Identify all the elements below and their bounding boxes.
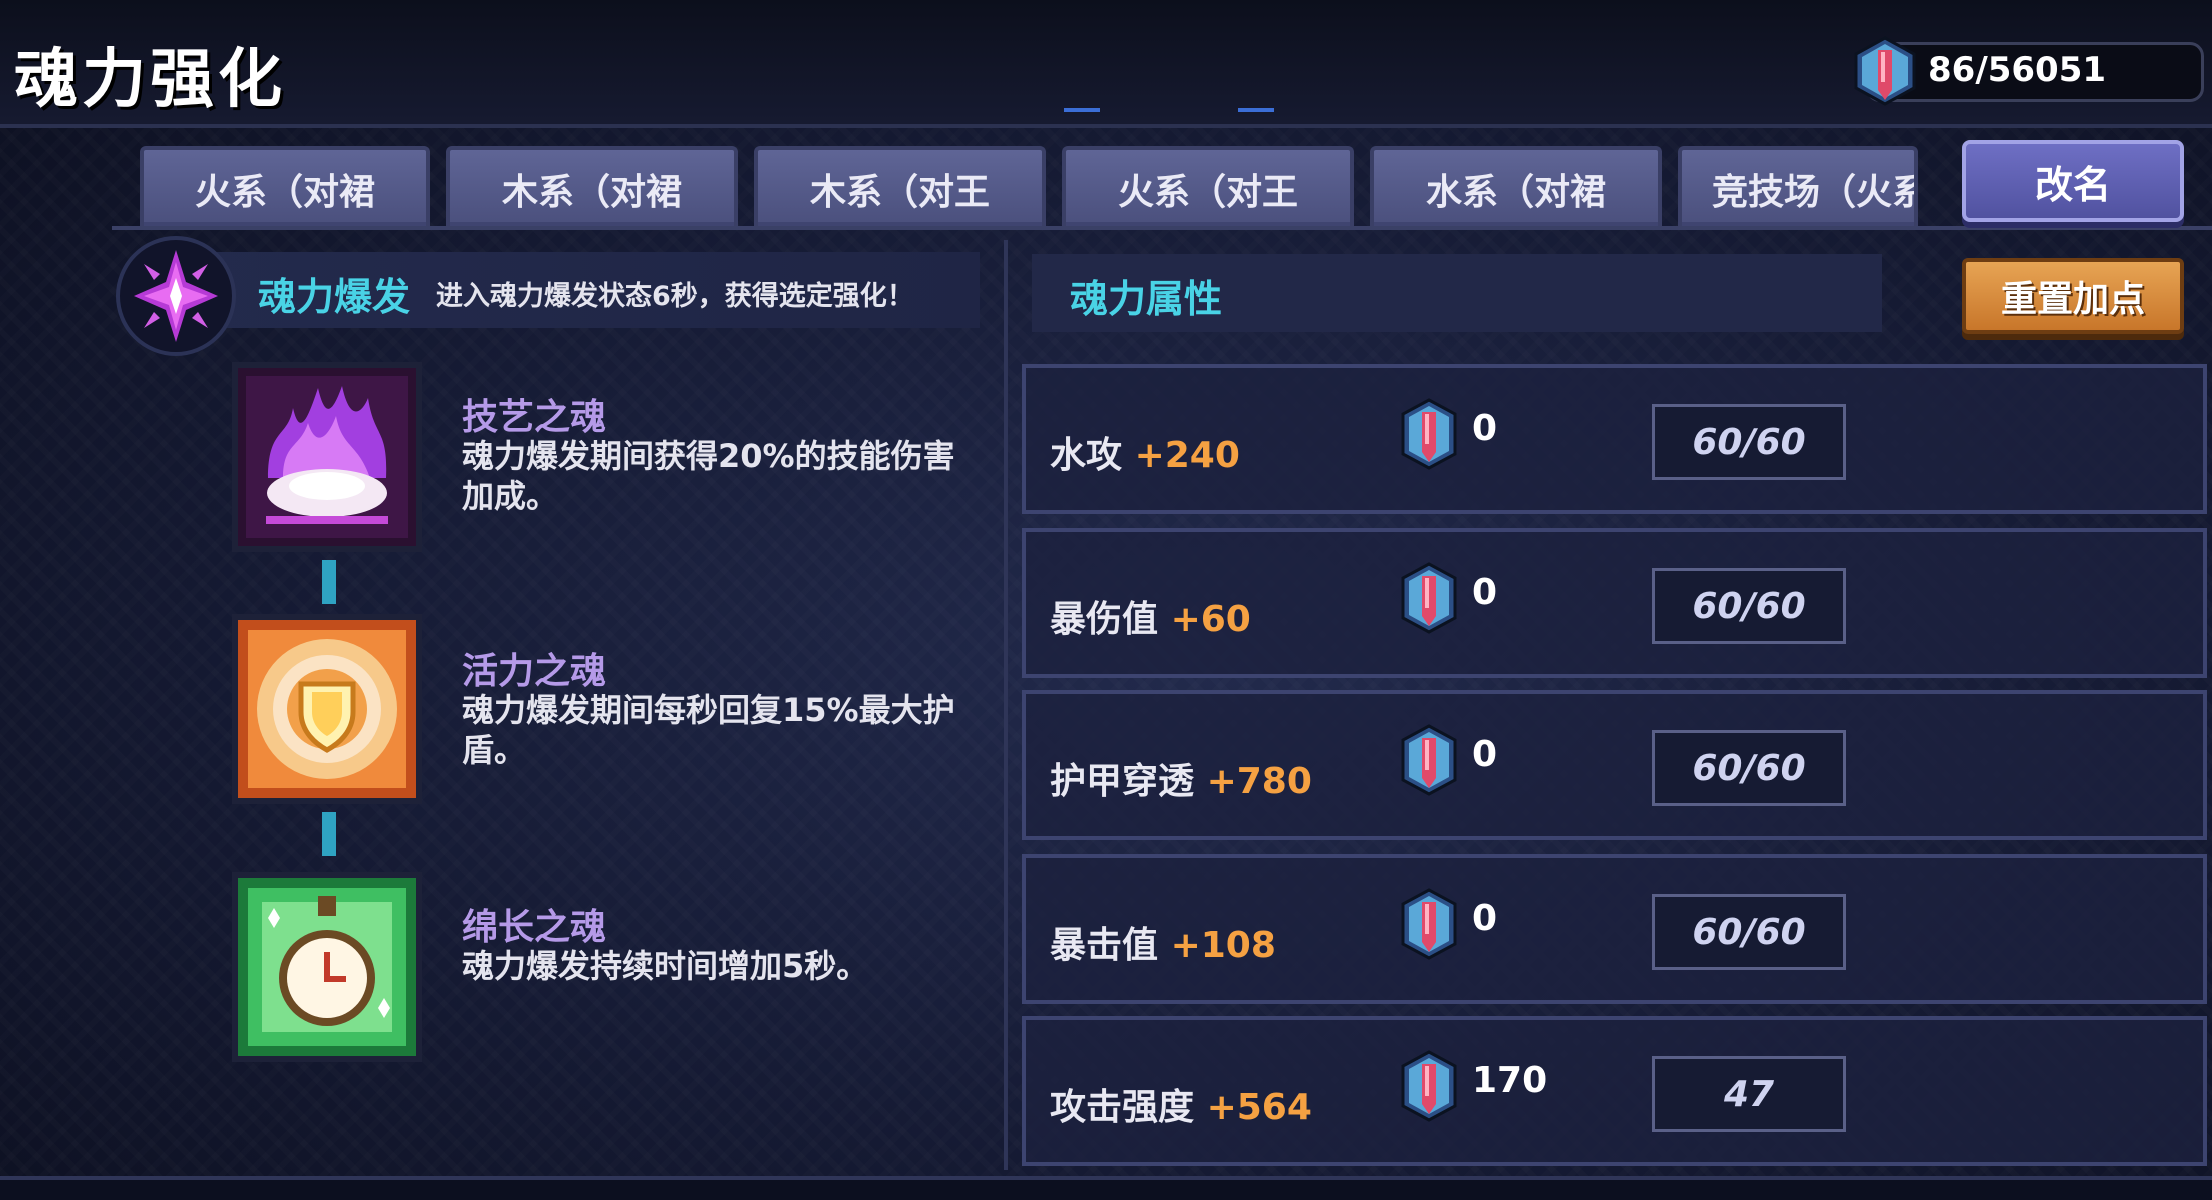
burst-emblem <box>116 236 236 356</box>
attribute-row-water-attack[interactable]: 水攻 +240 0 60/60 <box>1022 364 2207 514</box>
tab-fire-vs-skirt[interactable]: 火系（对裙 <box>140 146 430 228</box>
soul-gem-icon <box>1401 724 1457 796</box>
attribute-bonus: +780 <box>1206 761 1312 802</box>
attribute-bonus: +564 <box>1206 1087 1312 1128</box>
skill-desc-vitality: 魂力爆发期间每秒回复15%最大护盾。 <box>462 691 955 769</box>
attribute-level: 47 <box>1652 1056 1846 1132</box>
attribute-row-crit-rate[interactable]: 暴击值 +108 0 60/60 <box>1022 854 2207 1004</box>
currency-value: 86/56051 <box>1928 50 2107 90</box>
attribute-name: 暴击值 +108 <box>1050 925 1276 966</box>
top-decoration-left <box>1064 108 1100 126</box>
attribute-cost: 0 <box>1472 408 1498 449</box>
top-decoration-right <box>1238 108 1274 126</box>
shield-icon <box>238 620 416 798</box>
reset-points-button[interactable]: 重置加点 <box>1962 258 2184 334</box>
soul-gem-icon <box>1401 888 1457 960</box>
skill-name-vitality: 活力之魂 <box>462 651 607 692</box>
attribute-level: 60/60 <box>1652 568 1846 644</box>
skill-slot-craft[interactable] <box>232 362 422 552</box>
attribute-bonus: +240 <box>1134 435 1240 476</box>
rename-button[interactable]: 改名 <box>1962 140 2184 222</box>
burst-name: 魂力爆发 <box>258 275 411 319</box>
tabs-divider <box>112 226 2212 230</box>
skill-desc-craft: 魂力爆发期间获得20%的技能伤害加成。 <box>462 437 955 515</box>
attribute-name: 暴伤值 +60 <box>1050 599 1251 640</box>
attributes-title: 魂力属性 <box>1070 277 1223 321</box>
skill-connector <box>322 560 336 604</box>
soul-gem-icon <box>1854 36 1916 106</box>
skill-name-craft: 技艺之魂 <box>462 397 607 438</box>
tab-water-vs-skirt[interactable]: 水系（对裙 <box>1370 146 1662 228</box>
tab-wood-vs-skirt[interactable]: 木系（对裙 <box>446 146 738 228</box>
skill-name-endurance: 绵长之魂 <box>462 907 607 948</box>
attribute-name: 水攻 +240 <box>1050 435 1240 476</box>
attribute-row-attack-power[interactable]: 攻击强度 +564 170 47 <box>1022 1016 2207 1166</box>
attribute-row-armor-penetration[interactable]: 护甲穿透 +780 0 60/60 <box>1022 690 2207 840</box>
stopwatch-icon <box>238 878 416 1056</box>
tab-wood-vs-king[interactable]: 木系（对王 <box>754 146 1046 228</box>
attribute-row-crit-damage[interactable]: 暴伤值 +60 0 60/60 <box>1022 528 2207 678</box>
burst-description: 进入魂力爆发状态6秒，获得选定强化！ <box>436 281 914 312</box>
skill-slot-vitality[interactable] <box>232 614 422 804</box>
attribute-cost: 0 <box>1472 572 1498 613</box>
attribute-cost: 0 <box>1472 734 1498 775</box>
attribute-cost: 170 <box>1472 1060 1548 1101</box>
attribute-cost: 0 <box>1472 898 1498 939</box>
attribute-name: 攻击强度 +564 <box>1050 1087 1312 1128</box>
tab-fire-vs-king[interactable]: 火系（对王 <box>1062 146 1354 228</box>
skill-connector <box>322 812 336 856</box>
soul-gem-icon <box>1401 398 1457 470</box>
attribute-name: 护甲穿透 +780 <box>1050 761 1312 802</box>
skill-slot-endurance[interactable] <box>232 872 422 1062</box>
attribute-bonus: +60 <box>1170 599 1251 640</box>
attribute-bonus: +108 <box>1170 925 1276 966</box>
page-title: 魂力强化 <box>14 43 286 117</box>
attribute-level: 60/60 <box>1652 730 1846 806</box>
panel-divider <box>1004 240 1008 1170</box>
tab-arena-fire[interactable]: 竞技场（火系 <box>1678 146 1918 228</box>
purple-flame-icon <box>238 368 416 546</box>
soul-gem-icon <box>1401 1050 1457 1122</box>
bottom-border <box>0 1176 2212 1200</box>
attribute-level: 60/60 <box>1652 894 1846 970</box>
skill-desc-endurance: 魂力爆发持续时间增加5秒。 <box>462 947 869 985</box>
attribute-level: 60/60 <box>1652 404 1846 480</box>
star-crystal-icon <box>134 250 218 342</box>
soul-gem-icon <box>1401 562 1457 634</box>
